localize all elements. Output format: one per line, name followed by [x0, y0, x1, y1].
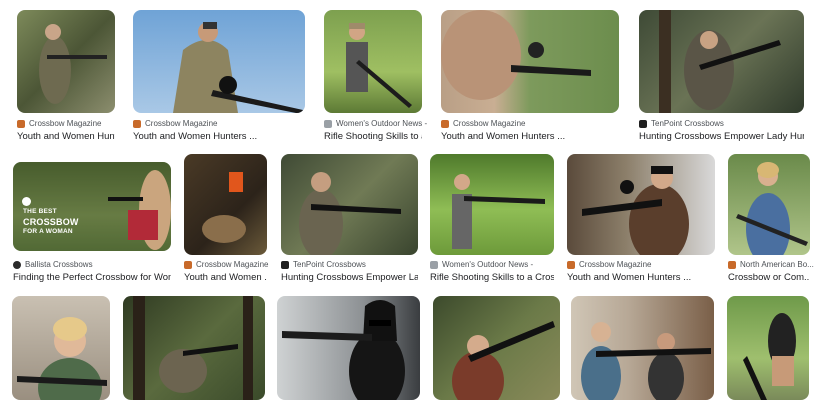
result-card-9[interactable]: Women's Outdoor News - Rifle Shooting Sk… [430, 154, 554, 283]
result-title[interactable]: Rifle Shooting Skills to a Cros... [430, 272, 554, 283]
result-source[interactable]: TenPoint Crossbows [651, 119, 724, 128]
video-indicator-icon [22, 197, 31, 206]
womens-outdoor-news-icon [430, 260, 438, 269]
result-card-13[interactable] [123, 296, 265, 400]
result-source[interactable]: Women's Outdoor News - [442, 260, 533, 269]
result-title[interactable]: Rifle Shooting Skills to a ... [324, 131, 422, 142]
result-thumbnail[interactable] [433, 296, 560, 400]
result-source[interactable]: Crossbow Magazine [145, 119, 217, 128]
result-title[interactable]: Youth and Women Hunter ... [17, 131, 115, 142]
result-source[interactable]: Crossbow Magazine [453, 119, 525, 128]
result-card-1[interactable]: Crossbow Magazine Youth and Women Hunter… [17, 10, 115, 145]
result-source[interactable]: Ballista Crossbows [25, 260, 93, 269]
tenpoint-icon [639, 119, 647, 128]
tenpoint-icon [281, 260, 289, 269]
result-title[interactable]: Crossbow or Com... [728, 272, 810, 283]
result-card-11[interactable]: North American Bo... Crossbow or Com... [728, 154, 814, 283]
result-title[interactable]: Hunting Crossbows Empower Lady Hunter... [639, 131, 804, 142]
result-card-14[interactable] [277, 296, 420, 400]
result-thumbnail[interactable] [281, 154, 418, 255]
crossbow-magazine-icon [184, 260, 192, 269]
result-thumbnail[interactable] [441, 10, 619, 113]
result-title[interactable]: Youth and Women Hunters ... [441, 131, 619, 142]
result-thumbnail[interactable] [571, 296, 714, 400]
result-thumbnail[interactable] [12, 296, 110, 400]
crossbow-magazine-icon [441, 119, 449, 128]
result-title[interactable]: Youth and Women Hunters ... [133, 131, 305, 142]
ballista-icon [13, 260, 21, 269]
result-thumbnail[interactable] [184, 154, 267, 255]
result-title[interactable]: Finding the Perfect Crossbow for Wom... [13, 272, 171, 283]
result-card-2[interactable]: Crossbow Magazine Youth and Women Hunter… [133, 10, 305, 145]
result-thumbnail[interactable]: THE BEST CROSSBOW FOR A WOMAN [13, 162, 171, 251]
result-source[interactable]: TenPoint Crossbows [293, 260, 366, 269]
result-thumbnail[interactable] [17, 10, 115, 113]
result-card-3[interactable]: Women's Outdoor News - Rifle Shooting Sk… [324, 10, 427, 145]
thumbnail-overlay-text: THE BEST CROSSBOW FOR A WOMAN [23, 208, 79, 235]
result-source[interactable]: Crossbow Magazine [196, 260, 268, 269]
result-card-10[interactable]: Crossbow Magazine Youth and Women Hunter… [567, 154, 715, 283]
result-card-7[interactable]: Crossbow Magazine Youth and Women ... [184, 154, 268, 283]
result-card-12[interactable] [12, 296, 110, 400]
crossbow-magazine-icon [17, 119, 25, 128]
result-thumbnail[interactable] [430, 154, 554, 255]
result-source[interactable]: North American Bo... [740, 260, 814, 269]
result-source[interactable]: Crossbow Magazine [29, 119, 101, 128]
result-card-16[interactable] [571, 296, 714, 400]
result-thumbnail[interactable] [639, 10, 804, 113]
result-card-5[interactable]: TenPoint Crossbows Hunting Crossbows Emp… [639, 10, 804, 145]
result-thumbnail[interactable] [728, 154, 810, 255]
result-title[interactable]: Hunting Crossbows Empower Lad... [281, 272, 418, 283]
result-thumbnail[interactable] [324, 10, 422, 113]
result-source[interactable]: Crossbow Magazine [579, 260, 651, 269]
crossbow-magazine-icon [133, 119, 141, 128]
north-american-bowhunter-icon [728, 260, 736, 269]
result-card-17[interactable] [727, 296, 809, 400]
result-thumbnail[interactable] [133, 10, 305, 113]
result-thumbnail[interactable] [567, 154, 715, 255]
result-source[interactable]: Women's Outdoor News - [336, 119, 427, 128]
result-card-8[interactable]: TenPoint Crossbows Hunting Crossbows Emp… [281, 154, 418, 283]
womens-outdoor-news-icon [324, 119, 332, 128]
result-title[interactable]: Youth and Women ... [184, 272, 267, 283]
result-thumbnail[interactable] [727, 296, 809, 400]
result-card-4[interactable]: Crossbow Magazine Youth and Women Hunter… [441, 10, 619, 145]
result-thumbnail[interactable] [123, 296, 265, 400]
result-card-6[interactable]: THE BEST CROSSBOW FOR A WOMAN Ballista C… [13, 162, 171, 283]
result-title[interactable]: Youth and Women Hunters ... [567, 272, 715, 283]
crossbow-magazine-icon [567, 260, 575, 269]
result-card-15[interactable] [433, 296, 560, 400]
result-thumbnail[interactable] [277, 296, 420, 400]
